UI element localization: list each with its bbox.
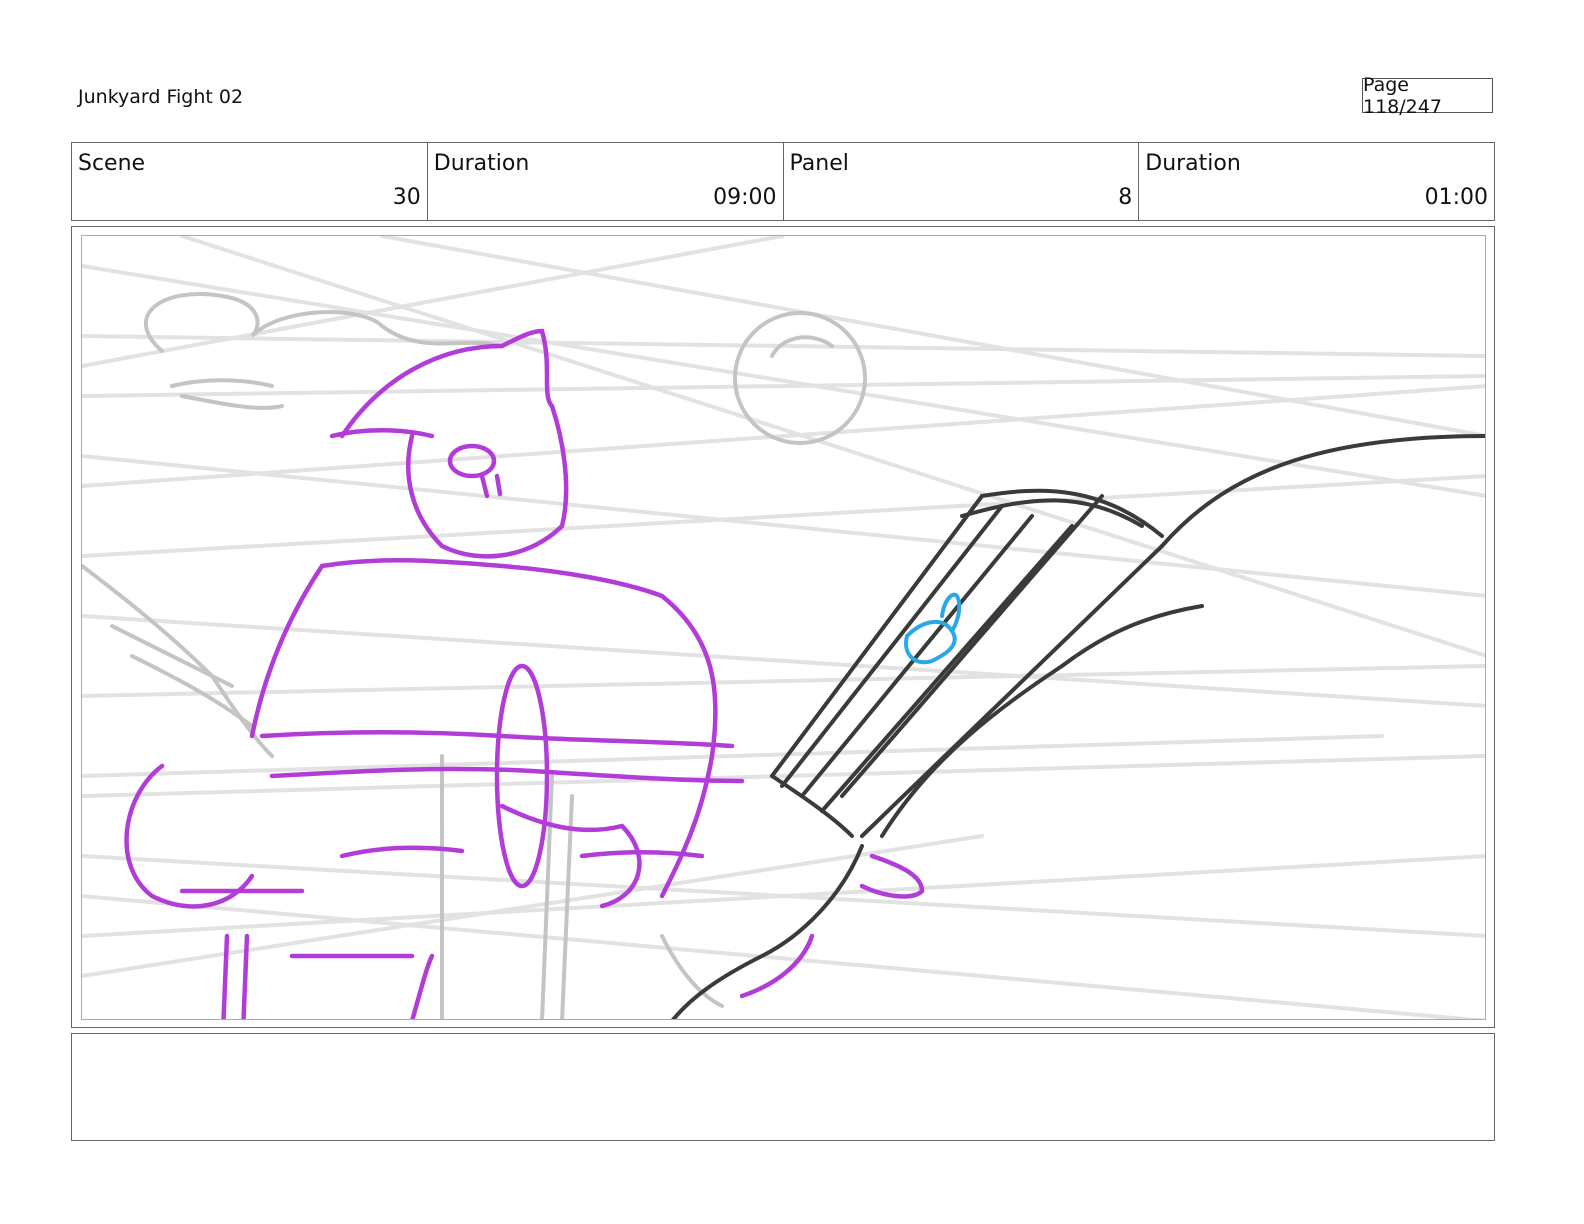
- panel-cell: Panel 8: [784, 143, 1140, 220]
- storyboard-panel-image: [81, 235, 1486, 1020]
- page-number: Page 118/247: [1362, 74, 1493, 118]
- panel-label: Panel: [789, 151, 849, 176]
- panel-duration-cell: Duration 01:00: [1139, 143, 1494, 220]
- scene-duration-cell: Duration 09:00: [428, 143, 784, 220]
- pipe-sketch: [671, 434, 1485, 1019]
- scene-value: 30: [392, 185, 421, 210]
- pipe-detail-sketch: [904, 592, 962, 665]
- panel-duration-value: 01:00: [1424, 185, 1488, 210]
- scene-info-row: Scene 30 Duration 09:00 Panel 8 Duration…: [71, 142, 1495, 221]
- panel-duration-label: Duration: [1145, 151, 1241, 176]
- project-title: Junkyard Fight 02: [78, 86, 244, 108]
- scene-label: Scene: [78, 151, 146, 176]
- panel-notes-box: [71, 1033, 1495, 1141]
- background-speed-lines: [82, 236, 1485, 1019]
- storyboard-sketch: [82, 236, 1485, 1019]
- panel-value: 8: [1118, 185, 1133, 210]
- storyboard-panel-frame: [71, 226, 1495, 1028]
- scene-duration-label: Duration: [433, 151, 530, 176]
- scene-cell: Scene 30: [72, 143, 428, 220]
- scene-duration-value: 09:00: [713, 185, 777, 210]
